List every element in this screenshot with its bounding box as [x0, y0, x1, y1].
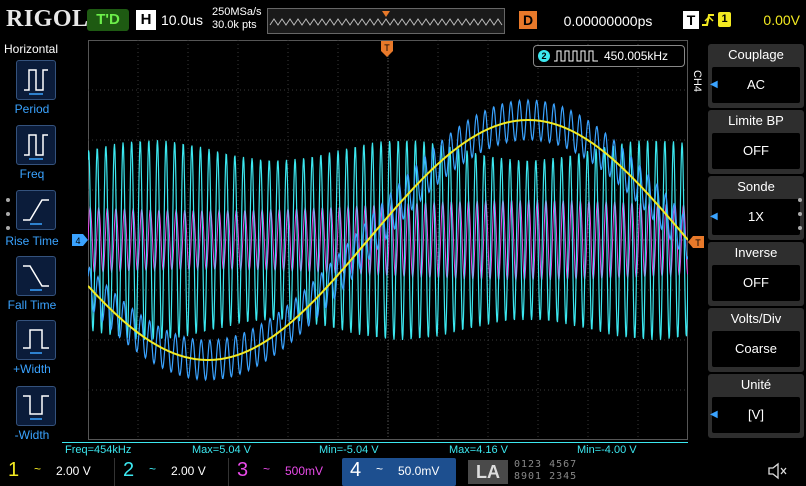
- couplage-value: AC: [712, 67, 800, 103]
- fall-time-icon: [23, 265, 49, 291]
- limite-bp-value: OFF: [712, 133, 800, 169]
- la-bits-bottom: 8901 2345: [514, 471, 578, 482]
- negative-width-button[interactable]: [16, 386, 56, 426]
- ch4-offset-marker-icon[interactable]: 4: [72, 234, 88, 246]
- counter-value: 450.005kHz: [604, 49, 669, 63]
- period-icon: [24, 69, 48, 95]
- positive-width-icon: [23, 329, 49, 354]
- delay-key[interactable]: D: [519, 11, 537, 29]
- positive-width-button[interactable]: [16, 320, 56, 360]
- timebase-value: 10.0us: [161, 12, 204, 28]
- measurement-item[interactable]: Max=5.04 V: [189, 442, 316, 456]
- volts-div-value: Coarse: [712, 331, 800, 367]
- select-arrow-icon: ◀: [710, 79, 718, 90]
- delay-value: 0.00000000ps: [540, 12, 676, 30]
- trigger-key[interactable]: T: [683, 11, 699, 29]
- channel-menu-label: CH4: [691, 70, 703, 93]
- measurement-item[interactable]: Min=-5.04 V: [316, 442, 446, 456]
- measurement-item[interactable]: Freq=454kHz: [62, 442, 189, 456]
- ch2-number: 2: [123, 459, 135, 481]
- limite-bp-title: Limite BP: [728, 113, 784, 128]
- inverse-value: OFF: [712, 265, 800, 301]
- fall-time-label: Fall Time: [7, 298, 57, 312]
- sonde-value: 1X: [712, 199, 800, 235]
- pulse-train-icon: [554, 50, 598, 62]
- unite-softkey[interactable]: Unité [V] ◀: [708, 374, 804, 438]
- sonde-title: Sonde: [737, 179, 775, 194]
- ch4-marker-glyph: 4: [75, 236, 80, 246]
- ac-coupling-icon: ~: [149, 462, 157, 476]
- negative-width-icon: [23, 395, 49, 420]
- couplage-softkey[interactable]: Couplage AC ◀: [708, 44, 804, 108]
- rise-time-label: Rise Time: [5, 234, 59, 248]
- fall-time-button[interactable]: [16, 256, 56, 296]
- freq-button[interactable]: [16, 125, 56, 165]
- trigger-source-badge: 1: [718, 12, 731, 27]
- ch3-scale: 500mV: [285, 464, 324, 478]
- page-indicator-icon: [798, 198, 802, 230]
- measurement-item[interactable]: Max=4.16 V: [446, 442, 574, 456]
- rise-time-icon: [23, 199, 49, 225]
- sample-rate: 250MSa/s: [212, 6, 262, 18]
- volts-div-softkey[interactable]: Volts/Div Coarse: [708, 308, 804, 372]
- waveform-display[interactable]: [87, 40, 689, 440]
- rise-time-button[interactable]: [16, 190, 56, 230]
- ch3-scale-tab[interactable]: 3 ~ 500mV: [228, 458, 341, 486]
- ac-coupling-icon: ~: [263, 462, 271, 476]
- select-arrow-icon: ◀: [710, 409, 718, 420]
- ch1-scale-tab[interactable]: 1 ~ 2.00 V: [0, 458, 112, 486]
- memory-trigger-marker-icon: [382, 11, 390, 17]
- limite-bp-softkey[interactable]: Limite BP OFF: [708, 110, 804, 174]
- ch4-number: 4: [350, 459, 362, 481]
- run-status-badge[interactable]: T'D: [87, 9, 129, 31]
- ch1-scale: 2.00 V: [56, 464, 91, 478]
- inverse-title: Inverse: [734, 245, 778, 260]
- trigger-position-glyph: T: [384, 43, 390, 53]
- la-status-tab[interactable]: LA 0123 4567 8901 2345: [460, 458, 610, 486]
- sonde-softkey[interactable]: Sonde 1X ◀: [708, 176, 804, 240]
- page-indicator-icon: [6, 198, 10, 230]
- speaker-muted-icon[interactable]: [766, 460, 788, 482]
- frequency-icon: [24, 134, 48, 160]
- counter-channel-badge: 2: [538, 50, 550, 62]
- period-button[interactable]: [16, 60, 56, 100]
- ch4-scale-tab[interactable]: 4 ~ 50.0mV: [342, 458, 456, 486]
- frequency-counter: 2 450.005kHz: [533, 45, 685, 67]
- timebase-key[interactable]: H: [136, 10, 156, 30]
- unite-title: Unité: [740, 377, 772, 392]
- couplage-title: Couplage: [728, 47, 784, 62]
- positive-width-label: +Width: [13, 362, 51, 376]
- negative-width-label: -Width: [14, 428, 50, 442]
- select-arrow-icon: ◀: [710, 211, 718, 222]
- freq-label: Freq: [19, 167, 45, 181]
- la-label: LA: [468, 460, 508, 484]
- la-bits-top: 0123 4567: [514, 459, 578, 470]
- unite-value: [V]: [712, 397, 800, 433]
- rigol-logo: RIGOL: [6, 6, 89, 32]
- inverse-softkey[interactable]: Inverse OFF: [708, 242, 804, 306]
- period-label: Period: [14, 102, 50, 116]
- trigger-level-glyph: T: [695, 238, 701, 248]
- waveform-graticule: [87, 40, 689, 440]
- memory-waveform-icon: [269, 11, 503, 26]
- ac-coupling-icon: ~: [376, 462, 384, 476]
- ch2-scale: 2.00 V: [171, 464, 206, 478]
- rising-edge-icon: [701, 11, 715, 33]
- trigger-level-value: 0.00V: [763, 12, 800, 28]
- trigger-position-marker-icon[interactable]: T: [381, 41, 393, 59]
- ch4-scale: 50.0mV: [398, 464, 440, 478]
- horizontal-menu-title: Horizontal: [4, 42, 59, 56]
- volts-div-title: Volts/Div: [730, 311, 782, 326]
- memory-depth: 30.0k pts: [212, 19, 257, 31]
- memory-overview-strip[interactable]: [267, 8, 505, 34]
- trigger-level-marker-icon[interactable]: T: [688, 236, 704, 248]
- ch3-number: 3: [237, 459, 249, 481]
- ch2-scale-tab[interactable]: 2 ~ 2.00 V: [114, 458, 227, 486]
- acquisition-info: 250MSa/s 30.0k pts: [212, 6, 262, 32]
- measurement-item[interactable]: Min=-4.00 V: [574, 442, 688, 456]
- ac-coupling-icon: ~: [34, 462, 42, 476]
- ch1-number: 1: [8, 459, 20, 481]
